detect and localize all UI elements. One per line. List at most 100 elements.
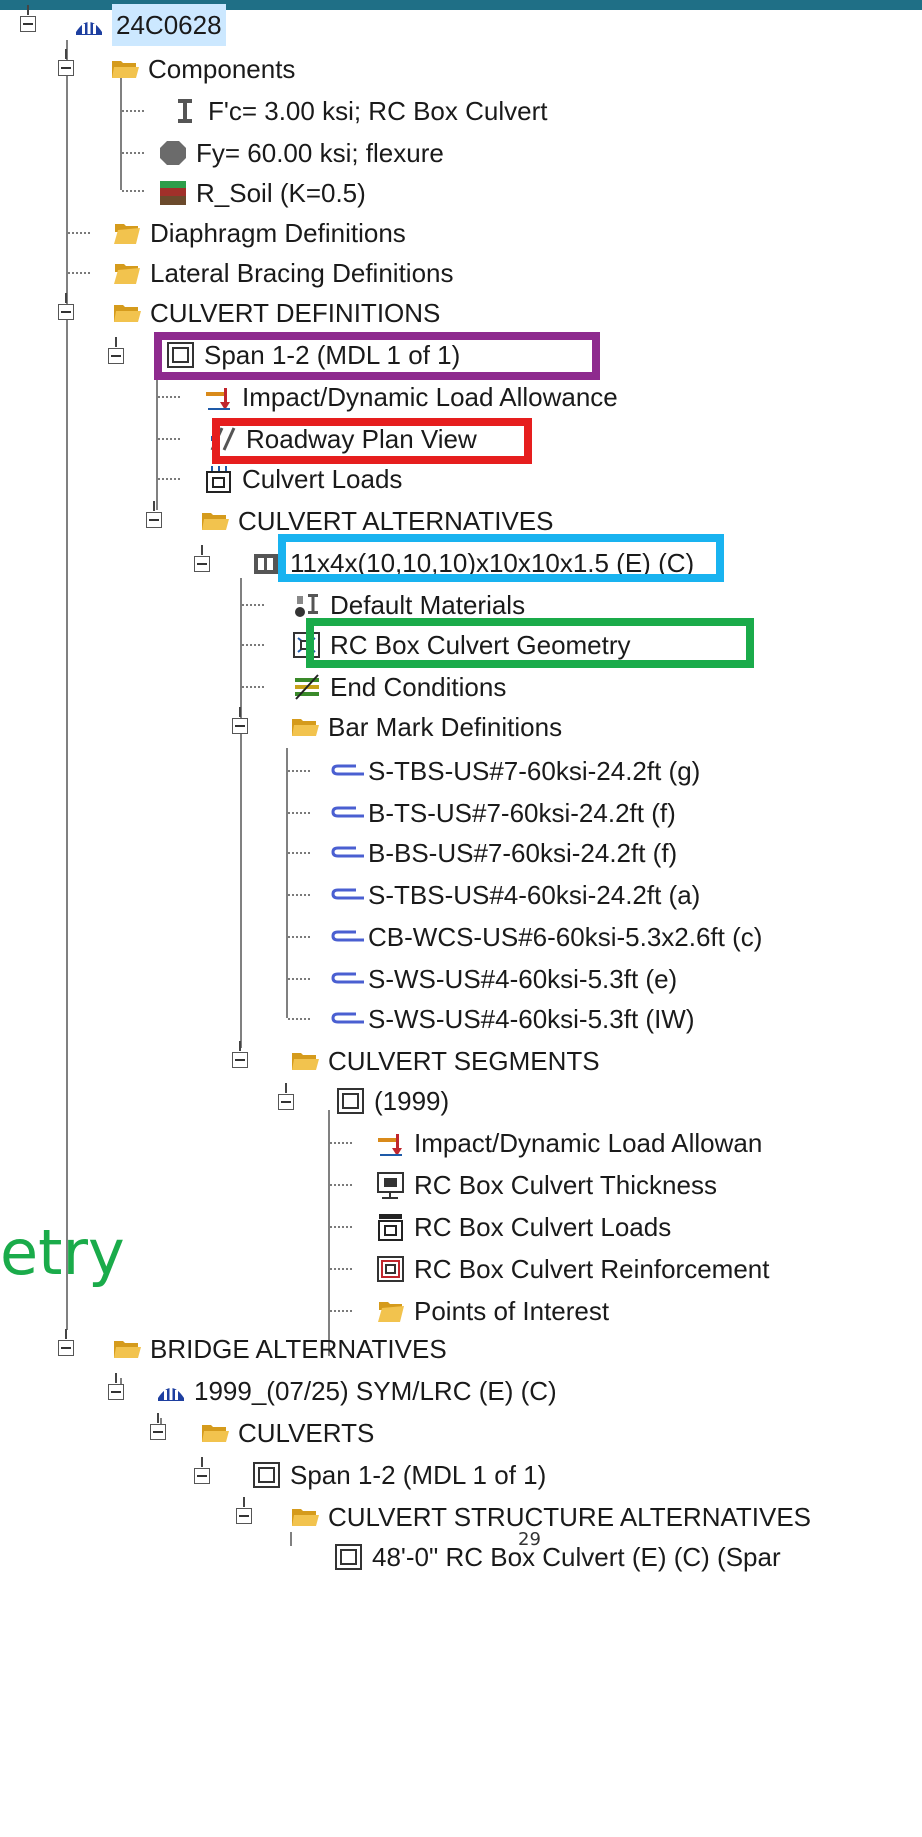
tree-node-segment-impact-load[interactable]: Impact/Dynamic Load Allowan (376, 1122, 762, 1164)
tree-branch (330, 1226, 352, 1228)
tree-node-impact-load[interactable]: Impact/Dynamic Load Allowance (204, 376, 618, 418)
tree-node-label: 1999_(07/25) SYM/LRC (E) (C) (194, 1376, 557, 1406)
tree-node-culvert-loads[interactable]: Culvert Loads (204, 458, 402, 500)
tree-node-culvert-structure-alternatives[interactable]: CULVERT STRUCTURE ALTERNATIVES (290, 1496, 811, 1538)
tree-node-bridge-1999[interactable]: 1999_(07/25) SYM/LRC (E) (C) (156, 1370, 557, 1412)
tree-branch (242, 686, 264, 688)
tree-line (328, 1110, 330, 1356)
tree-node-diaphragm-definitions[interactable]: Diaphragm Definitions (112, 212, 406, 254)
steel-octagon-icon (158, 138, 188, 168)
tree-node-label: Impact/Dynamic Load Allowan (414, 1128, 763, 1158)
collapse-toggle[interactable] (232, 1041, 248, 1068)
tree-node-label: S-TBS-US#4-60ksi-24.2ft (a) (368, 880, 701, 910)
rebar-icon (330, 964, 364, 994)
collapse-toggle[interactable] (236, 1497, 252, 1524)
tree-branch (330, 1142, 352, 1144)
tree-line (240, 578, 242, 1048)
tree-branch (288, 812, 310, 814)
tree-node-label: RC Box Culvert Reinforcement (414, 1254, 770, 1284)
tree-node-label: R_Soil (K=0.5) (196, 178, 366, 208)
tree-node-bar-mark[interactable]: S-TBS-US#4-60ksi-24.2ft (a) (330, 874, 700, 916)
tree-node-bar-mark[interactable]: S-WS-US#4-60ksi-5.3ft (IW) (330, 998, 695, 1040)
tree-node-culverts[interactable]: CULVERTS (200, 1412, 374, 1454)
tree-node-steel-material[interactable]: Fy= 60.00 ksi; flexure (158, 132, 444, 174)
bridge-icon (156, 1376, 186, 1406)
culvert-loads-icon (376, 1212, 406, 1242)
tree-node-segment-1999[interactable]: (1999) (336, 1080, 449, 1122)
tree-node-end-conditions[interactable]: End Conditions (292, 666, 506, 708)
tree-node-label: Span 1-2 (MDL 1 of 1) (290, 1460, 547, 1490)
tree-node-bridge-span-1-2[interactable]: Span 1-2 (MDL 1 of 1) (252, 1454, 546, 1496)
tree-node-bar-mark[interactable]: CB-WCS-US#6-60ksi-5.3x2.6ft (c) (330, 916, 762, 958)
tree-node-culvert-definitions[interactable]: CULVERT DEFINITIONS (112, 292, 440, 334)
tree-node-bar-mark[interactable]: B-BS-US#7-60ksi-24.2ft (f) (330, 832, 677, 874)
tree-node-bar-mark[interactable]: B-TS-US#7-60ksi-24.2ft (f) (330, 792, 676, 834)
collapse-toggle[interactable] (58, 1329, 74, 1356)
project-tree: 24C0628 Components F'c= 3.00 ksi; RC Box… (0, 0, 922, 1837)
tree-root-24C0628[interactable]: 24C0628 (74, 4, 226, 46)
tree-node-rc-box-culvert-thickness[interactable]: RC Box Culvert Thickness (376, 1164, 717, 1206)
rebar-icon (330, 1004, 364, 1034)
tree-node-bar-mark[interactable]: S-TBS-US#7-60ksi-24.2ft (g) (330, 750, 700, 792)
impact-load-icon (376, 1128, 406, 1158)
tree-node-bridge-alternatives[interactable]: BRIDGE ALTERNATIVES (112, 1328, 447, 1370)
square-box-icon (252, 1460, 282, 1490)
materials-icon (292, 590, 322, 620)
square-box-icon (336, 1086, 366, 1116)
open-folder-icon (200, 1418, 230, 1448)
tree-line (156, 362, 158, 510)
culvert-loads-icon (204, 464, 234, 494)
end-conditions-icon (292, 672, 322, 702)
highlight-box-green (306, 618, 754, 668)
tree-node-label: Points of Interest (414, 1296, 610, 1326)
tree-node-48ft-rc-box-culvert[interactable]: 48'-0" RC Box Culvert (E) (C) (Spar (334, 1536, 781, 1578)
tree-branch (288, 852, 310, 854)
collapse-toggle[interactable] (194, 1457, 210, 1484)
tree-branch (122, 110, 144, 112)
collapse-toggle[interactable] (278, 1083, 294, 1110)
tree-node-label: S-TBS-US#7-60ksi-24.2ft (g) (368, 756, 701, 786)
tree-node-bar-mark[interactable]: S-WS-US#4-60ksi-5.3ft (e) (330, 958, 677, 1000)
folder-icon (112, 218, 142, 248)
tree-node-culvert-segments[interactable]: CULVERT SEGMENTS (290, 1040, 600, 1082)
tree-branch (288, 770, 310, 772)
collapse-toggle[interactable] (20, 5, 36, 32)
tree-node-label: CB-WCS-US#6-60ksi-5.3x2.6ft (c) (368, 922, 763, 952)
tree-branch (68, 232, 90, 234)
tree-node-label: Bar Mark Definitions (328, 712, 563, 742)
tree-node-rc-box-culvert-reinforcement[interactable]: RC Box Culvert Reinforcement (376, 1248, 769, 1290)
tree-node-label: S-WS-US#4-60ksi-5.3ft (IW) (368, 1004, 695, 1034)
collapse-toggle[interactable] (150, 1413, 166, 1440)
collapse-toggle[interactable] (146, 501, 162, 528)
tree-node-soil[interactable]: R_Soil (K=0.5) (158, 172, 366, 214)
tree-node-concrete-material[interactable]: F'c= 3.00 ksi; RC Box Culvert (170, 90, 547, 132)
collapse-toggle[interactable] (58, 293, 74, 320)
tree-node-label: Lateral Bracing Definitions (150, 258, 454, 288)
tree-node-label: F'c= 3.00 ksi; RC Box Culvert (208, 96, 548, 126)
tree-node-bar-mark-definitions[interactable]: Bar Mark Definitions (290, 706, 562, 748)
tree-node-rc-box-culvert-loads[interactable]: RC Box Culvert Loads (376, 1206, 671, 1248)
tree-node-label: CULVERT SEGMENTS (328, 1046, 600, 1076)
tree-node-label: Culvert Loads (242, 464, 403, 494)
collapse-toggle[interactable] (232, 707, 248, 734)
tree-node-lateral-bracing-definitions[interactable]: Lateral Bracing Definitions (112, 252, 454, 294)
tree-branch (158, 478, 180, 480)
collapse-toggle[interactable] (108, 337, 124, 364)
collapse-toggle[interactable] (108, 1373, 124, 1400)
highlight-box-purple (154, 332, 600, 380)
tree-node-label: End Conditions (330, 672, 507, 702)
overlay-geometry-text: etry (0, 1216, 125, 1289)
tree-node-label: Diaphragm Definitions (150, 218, 406, 248)
tree-branch (158, 438, 180, 440)
collapse-toggle[interactable] (58, 49, 74, 76)
tree-node-label: 24C0628 (112, 4, 226, 46)
tree-line (290, 1532, 292, 1546)
folder-icon (376, 1296, 406, 1326)
square-box-icon (334, 1542, 364, 1572)
tree-node-components[interactable]: Components (110, 48, 295, 90)
tree-node-label: B-BS-US#7-60ksi-24.2ft (f) (368, 838, 678, 868)
open-folder-icon (112, 298, 142, 328)
tree-node-points-of-interest[interactable]: Points of Interest (376, 1290, 609, 1332)
collapse-toggle[interactable] (194, 545, 210, 572)
tree-node-label: S-WS-US#4-60ksi-5.3ft (e) (368, 964, 678, 994)
